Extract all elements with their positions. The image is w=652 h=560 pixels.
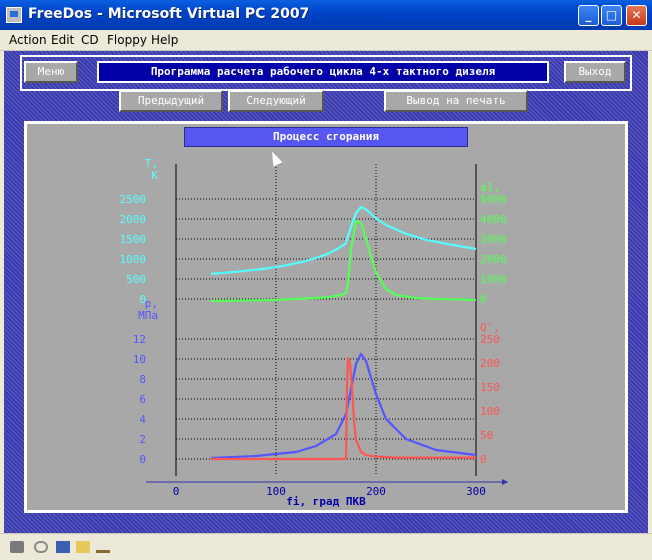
series-line: [211, 357, 476, 461]
window-title: FreeDos - Microsoft Virtual PC 2007: [28, 6, 310, 22]
x-tick-label: 200: [366, 485, 386, 498]
harddisk-icon[interactable]: [10, 541, 24, 553]
left-tick-label: 8: [139, 373, 146, 386]
floppy-icon[interactable]: [56, 541, 70, 553]
menu-action[interactable]: Action: [9, 33, 47, 47]
combustion-chart: 0500100015002000250001000200030004000500…: [120, 157, 508, 508]
x-tick-label: 0: [173, 485, 180, 498]
left-tick-label: 1000: [120, 253, 147, 266]
minimize-button[interactable]: _: [578, 5, 599, 26]
left-tick-label: 2000: [120, 213, 147, 226]
menu-cd[interactable]: CD: [81, 33, 99, 47]
right-tick-label: 3000: [480, 233, 507, 246]
close-button[interactable]: ✕: [626, 5, 647, 26]
left-axis-label: K: [151, 169, 158, 182]
menu-help[interactable]: Help: [151, 33, 178, 47]
x-axis-label: fi, град ПКВ: [286, 495, 366, 508]
right-tick-label: 0: [480, 293, 487, 306]
menubar: Action Edit CD Floppy Help: [0, 30, 652, 51]
menu-floppy[interactable]: Floppy: [107, 33, 147, 47]
virtual-pc-app-icon: [6, 7, 22, 23]
right-tick-label: 1000: [480, 273, 507, 286]
left-tick-label: 4: [139, 413, 146, 426]
left-tick-label: 0: [139, 453, 146, 466]
menu-edit[interactable]: Edit: [51, 33, 74, 47]
x-tick-label: 100: [266, 485, 286, 498]
x-tick-label: 300: [466, 485, 486, 498]
left-tick-label: 10: [133, 353, 146, 366]
right-tick-label: 4000: [480, 213, 507, 226]
left-tick-label: 2: [139, 433, 146, 446]
maximize-button[interactable]: □: [601, 5, 622, 26]
x-axis-arrow: [502, 479, 508, 485]
right-tick-label: 2000: [480, 253, 507, 266]
right-tick-label: 0: [480, 453, 487, 466]
right-tick-label: 150: [480, 381, 500, 394]
left-tick-label: 1500: [120, 233, 147, 246]
series-line: [210, 219, 477, 303]
left-tick-label: 6: [139, 393, 146, 406]
right-tick-label: 200: [480, 357, 500, 370]
left-tick-label: 500: [126, 273, 146, 286]
left-axis-label: МПа: [138, 309, 158, 322]
left-tick-label: 12: [133, 333, 146, 346]
right-tick-label: 100: [480, 405, 500, 418]
shared-folder-icon[interactable]: [76, 541, 90, 553]
network-icon[interactable]: [96, 541, 110, 553]
right-axis-label: -: [480, 333, 487, 346]
right-axis-label: -: [480, 193, 487, 206]
statusbar: [0, 533, 652, 560]
guest-screen: Меню Программа расчета рабочего цикла 4-…: [4, 51, 648, 533]
window-titlebar: FreeDos - Microsoft Virtual PC 2007 _ □ …: [0, 0, 652, 30]
left-tick-label: 2500: [120, 193, 147, 206]
series-line: [210, 352, 477, 460]
cd-icon[interactable]: [34, 541, 48, 553]
right-tick-label: 50: [480, 429, 493, 442]
series-line: [210, 205, 477, 275]
